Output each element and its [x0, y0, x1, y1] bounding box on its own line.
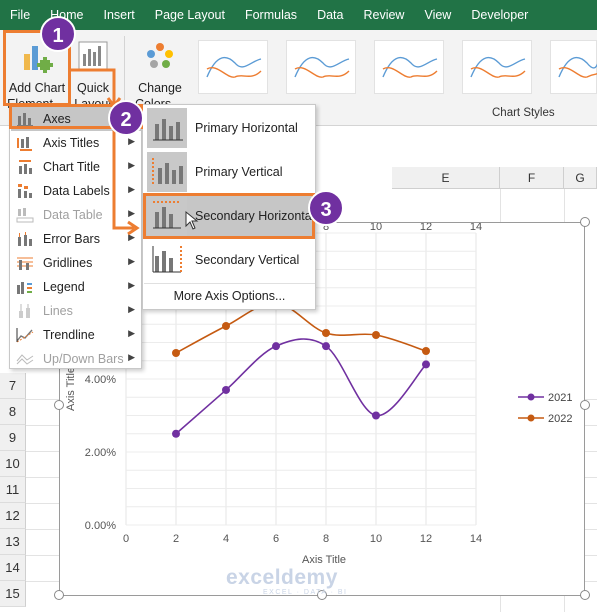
step-2-badge: 2 [108, 100, 144, 136]
step-3-badge: 3 [308, 190, 344, 226]
connector-2-to-3 [112, 129, 134, 230]
mouse-cursor-icon [185, 210, 199, 230]
step-1-badge: 1 [40, 16, 76, 52]
step-connectors [71, 68, 199, 236]
